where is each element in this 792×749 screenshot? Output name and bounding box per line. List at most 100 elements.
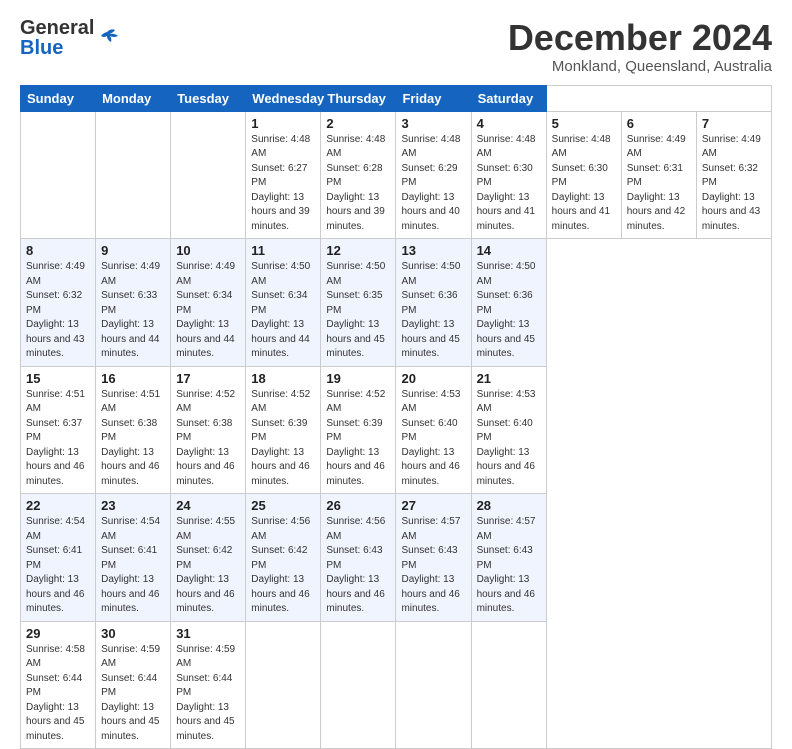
- daylight-text: Daylight: 13 hours and 46 minutes.: [101, 574, 159, 614]
- table-row: 6 Sunrise: 4:49 AM Sunset: 6:31 PM Dayli…: [621, 111, 696, 239]
- logo-bird-icon: [97, 28, 119, 48]
- day-info: Sunrise: 4:53 AM Sunset: 6:40 PM Dayligh…: [477, 388, 541, 490]
- daylight-text: Daylight: 13 hours and 46 minutes.: [401, 447, 459, 487]
- sunrise-text: Sunrise: 4:52 AM: [176, 389, 235, 415]
- sunset-text: Sunset: 6:32 PM: [702, 163, 758, 189]
- sunrise-text: Sunrise: 4:54 AM: [101, 516, 160, 542]
- table-row: 5 Sunrise: 4:48 AM Sunset: 6:30 PM Dayli…: [546, 111, 621, 239]
- day-info: Sunrise: 4:56 AM Sunset: 6:42 PM Dayligh…: [251, 515, 315, 617]
- day-info: Sunrise: 4:57 AM Sunset: 6:43 PM Dayligh…: [401, 515, 465, 617]
- day-info: Sunrise: 4:50 AM Sunset: 6:35 PM Dayligh…: [326, 260, 390, 362]
- sunset-text: Sunset: 6:38 PM: [176, 418, 232, 444]
- sunrise-text: Sunrise: 4:59 AM: [176, 644, 235, 670]
- sunrise-text: Sunrise: 4:50 AM: [477, 261, 536, 287]
- day-number: 14: [477, 243, 541, 258]
- daylight-text: Daylight: 13 hours and 42 minutes.: [627, 192, 685, 232]
- day-number: 3: [401, 116, 465, 131]
- table-row: 7 Sunrise: 4:49 AM Sunset: 6:32 PM Dayli…: [696, 111, 771, 239]
- daylight-text: Daylight: 13 hours and 43 minutes.: [702, 192, 760, 232]
- table-row: 24 Sunrise: 4:55 AM Sunset: 6:42 PM Dayl…: [171, 494, 246, 622]
- day-number: 25: [251, 498, 315, 513]
- sunset-text: Sunset: 6:41 PM: [26, 545, 82, 571]
- sunset-text: Sunset: 6:27 PM: [251, 163, 307, 189]
- sunrise-text: Sunrise: 4:56 AM: [326, 516, 385, 542]
- daylight-text: Daylight: 13 hours and 44 minutes.: [176, 319, 234, 359]
- table-row: 1 Sunrise: 4:48 AM Sunset: 6:27 PM Dayli…: [246, 111, 321, 239]
- sunset-text: Sunset: 6:30 PM: [477, 163, 533, 189]
- table-row: 4 Sunrise: 4:48 AM Sunset: 6:30 PM Dayli…: [471, 111, 546, 239]
- day-number: 31: [176, 626, 240, 641]
- sunrise-text: Sunrise: 4:49 AM: [627, 134, 686, 160]
- daylight-text: Daylight: 13 hours and 41 minutes.: [477, 192, 535, 232]
- day-number: 22: [26, 498, 90, 513]
- table-row: 29 Sunrise: 4:58 AM Sunset: 6:44 PM Dayl…: [21, 621, 96, 749]
- daylight-text: Daylight: 13 hours and 46 minutes.: [26, 447, 84, 487]
- day-info: Sunrise: 4:49 AM Sunset: 6:34 PM Dayligh…: [176, 260, 240, 362]
- sunrise-text: Sunrise: 4:58 AM: [26, 644, 85, 670]
- daylight-text: Daylight: 13 hours and 40 minutes.: [401, 192, 459, 232]
- col-wednesday: Wednesday: [246, 85, 321, 111]
- day-number: 11: [251, 243, 315, 258]
- daylight-text: Daylight: 13 hours and 46 minutes.: [26, 574, 84, 614]
- sunrise-text: Sunrise: 4:57 AM: [401, 516, 460, 542]
- sunset-text: Sunset: 6:29 PM: [401, 163, 457, 189]
- sunrise-text: Sunrise: 4:48 AM: [251, 134, 310, 160]
- daylight-text: Daylight: 13 hours and 46 minutes.: [326, 574, 384, 614]
- col-thursday: Thursday: [321, 85, 396, 111]
- sunset-text: Sunset: 6:33 PM: [101, 290, 157, 316]
- table-row: [21, 111, 96, 239]
- day-info: Sunrise: 4:50 AM Sunset: 6:36 PM Dayligh…: [477, 260, 541, 362]
- location: Monkland, Queensland, Australia: [508, 58, 772, 75]
- day-info: Sunrise: 4:50 AM Sunset: 6:34 PM Dayligh…: [251, 260, 315, 362]
- daylight-text: Daylight: 13 hours and 45 minutes.: [326, 319, 384, 359]
- day-info: Sunrise: 4:52 AM Sunset: 6:38 PM Dayligh…: [176, 388, 240, 490]
- day-info: Sunrise: 4:49 AM Sunset: 6:32 PM Dayligh…: [26, 260, 90, 362]
- table-row: 23 Sunrise: 4:54 AM Sunset: 6:41 PM Dayl…: [96, 494, 171, 622]
- day-info: Sunrise: 4:54 AM Sunset: 6:41 PM Dayligh…: [26, 515, 90, 617]
- day-number: 27: [401, 498, 465, 513]
- sunrise-text: Sunrise: 4:53 AM: [477, 389, 536, 415]
- sunset-text: Sunset: 6:40 PM: [401, 418, 457, 444]
- daylight-text: Daylight: 13 hours and 46 minutes.: [326, 447, 384, 487]
- header: General Blue December 2024 Monkland, Que…: [20, 18, 772, 75]
- day-number: 28: [477, 498, 541, 513]
- day-info: Sunrise: 4:49 AM Sunset: 6:32 PM Dayligh…: [702, 133, 766, 235]
- table-row: 14 Sunrise: 4:50 AM Sunset: 6:36 PM Dayl…: [471, 239, 546, 367]
- day-info: Sunrise: 4:48 AM Sunset: 6:29 PM Dayligh…: [401, 133, 465, 235]
- daylight-text: Daylight: 13 hours and 45 minutes.: [26, 702, 84, 742]
- table-row: 26 Sunrise: 4:56 AM Sunset: 6:43 PM Dayl…: [321, 494, 396, 622]
- sunrise-text: Sunrise: 4:52 AM: [251, 389, 310, 415]
- sunset-text: Sunset: 6:39 PM: [251, 418, 307, 444]
- col-friday: Friday: [396, 85, 471, 111]
- logo-general: General: [20, 17, 94, 39]
- day-number: 16: [101, 371, 165, 386]
- table-row: 22 Sunrise: 4:54 AM Sunset: 6:41 PM Dayl…: [21, 494, 96, 622]
- col-saturday: Saturday: [471, 85, 546, 111]
- day-info: Sunrise: 4:58 AM Sunset: 6:44 PM Dayligh…: [26, 643, 90, 745]
- table-row: 11 Sunrise: 4:50 AM Sunset: 6:34 PM Dayl…: [246, 239, 321, 367]
- day-number: 9: [101, 243, 165, 258]
- sunset-text: Sunset: 6:40 PM: [477, 418, 533, 444]
- daylight-text: Daylight: 13 hours and 41 minutes.: [552, 192, 610, 232]
- sunrise-text: Sunrise: 4:48 AM: [477, 134, 536, 160]
- sunset-text: Sunset: 6:37 PM: [26, 418, 82, 444]
- table-row: [321, 621, 396, 749]
- sunset-text: Sunset: 6:30 PM: [552, 163, 608, 189]
- day-number: 4: [477, 116, 541, 131]
- daylight-text: Daylight: 13 hours and 46 minutes.: [477, 447, 535, 487]
- page: General Blue December 2024 Monkland, Que…: [0, 0, 792, 612]
- day-number: 23: [101, 498, 165, 513]
- table-row: 17 Sunrise: 4:52 AM Sunset: 6:38 PM Dayl…: [171, 366, 246, 494]
- day-info: Sunrise: 4:57 AM Sunset: 6:43 PM Dayligh…: [477, 515, 541, 617]
- sunset-text: Sunset: 6:34 PM: [251, 290, 307, 316]
- table-row: [96, 111, 171, 239]
- sunset-text: Sunset: 6:44 PM: [176, 673, 232, 699]
- sunrise-text: Sunrise: 4:56 AM: [251, 516, 310, 542]
- sunrise-text: Sunrise: 4:57 AM: [477, 516, 536, 542]
- table-row: [396, 621, 471, 749]
- title-block: December 2024 Monkland, Queensland, Aust…: [508, 18, 772, 75]
- logo: General Blue: [20, 18, 119, 58]
- col-sunday: Sunday: [21, 85, 96, 111]
- day-number: 19: [326, 371, 390, 386]
- sunset-text: Sunset: 6:31 PM: [627, 163, 683, 189]
